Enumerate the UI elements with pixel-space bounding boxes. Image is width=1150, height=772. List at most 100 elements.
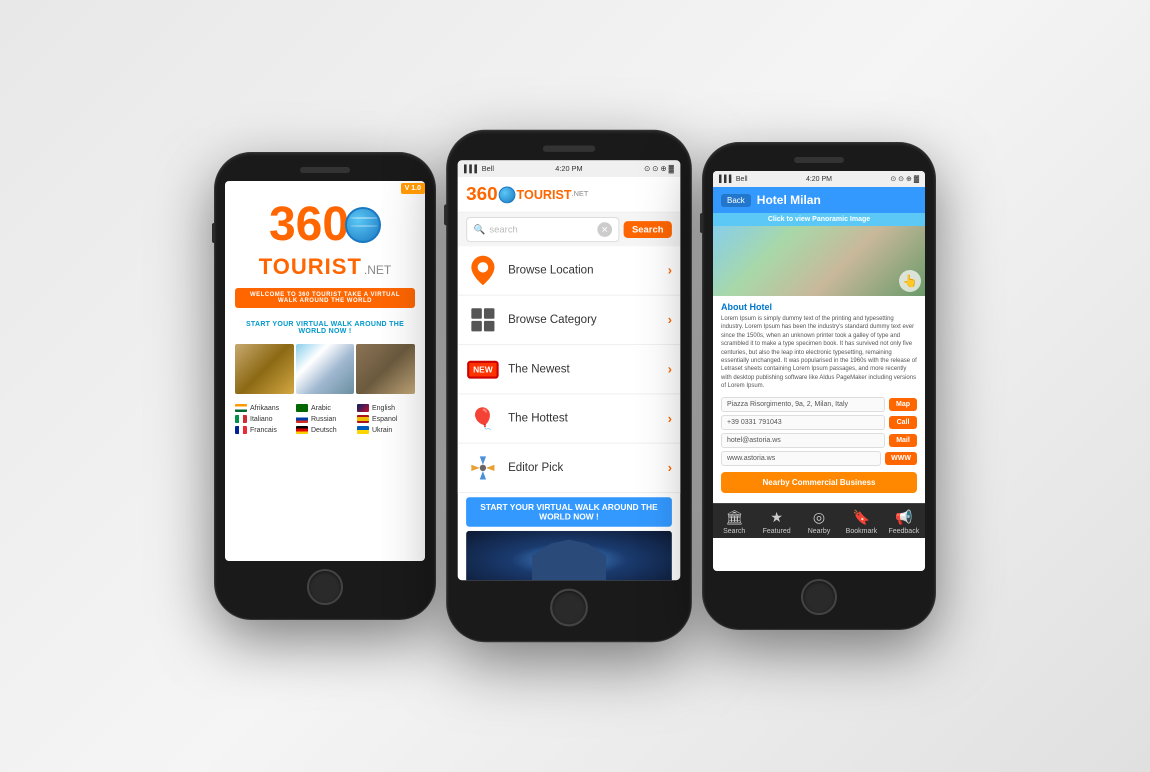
- phone3-nav-search[interactable]: 🏛 Search: [713, 509, 755, 535]
- category-icon: [469, 306, 496, 333]
- back-button[interactable]: Back: [721, 194, 751, 207]
- menu-item-newest[interactable]: NEW The Newest ›: [458, 345, 681, 394]
- lang-arabic[interactable]: Arabic: [296, 404, 354, 412]
- search-clear-button[interactable]: ✕: [597, 222, 612, 237]
- flag-arabic: [296, 404, 308, 412]
- lang-ukrain[interactable]: Ukrain: [357, 426, 415, 434]
- phone3-feedback-nav-icon: 📢: [895, 509, 912, 526]
- phone3-search-nav-label: Search: [723, 528, 745, 535]
- lang-english[interactable]: English: [357, 404, 415, 412]
- browse-location-label: Browse Location: [508, 264, 668, 277]
- flag-afrikaans: [235, 404, 247, 412]
- browse-location-icon-box: [466, 254, 500, 288]
- phone3-screen: ▌▌▌ Bell 4:20 PM ⊙ ⊙ ⊕ ▓ Back Hotel Mila…: [713, 171, 925, 571]
- app-logo-name: TOURIST: [517, 187, 572, 202]
- splash-content: V 1.0 360 TOURIST .NET WELCOME TO 360 TO…: [225, 181, 425, 561]
- search-input-box[interactable]: 🔍 search ✕: [466, 217, 619, 242]
- hotel-info: About Hotel Lorem Ipsum is simply dummy …: [713, 296, 925, 503]
- mail-button[interactable]: Mail: [889, 434, 917, 447]
- phone3-battery-icon: ▓: [914, 176, 919, 183]
- panoramic-banner[interactable]: Click to view Panoramic Image: [713, 213, 925, 226]
- phone3: ▌▌▌ Bell 4:20 PM ⊙ ⊙ ⊕ ▓ Back Hotel Mila…: [703, 143, 935, 629]
- phone2-wrapper: ▌▌▌ Bell 4:20 PM ⊙ ⊙ ⊕ ▓ 360 TOURIST: [447, 131, 691, 641]
- phone3-home-button[interactable]: [801, 579, 837, 615]
- browse-category-chevron: ›: [668, 313, 672, 328]
- contact-row-web: www.astoria.ws WWW: [721, 451, 917, 466]
- app-header: 360 TOURIST .NET: [458, 177, 681, 213]
- phone3-status-bar: ▌▌▌ Bell 4:20 PM ⊙ ⊙ ⊕ ▓: [713, 171, 925, 187]
- hotel-title: Hotel Milan: [757, 193, 821, 207]
- logo-tld: .NET: [364, 263, 391, 277]
- www-button[interactable]: WWW: [885, 452, 917, 465]
- logo-number: 360: [269, 201, 349, 249]
- phone1-speaker: [300, 167, 350, 173]
- flag-deutsch: [296, 426, 308, 434]
- phone1-screen: V 1.0 360 TOURIST .NET WELCOME TO 360 TO…: [225, 181, 425, 561]
- lang-russian[interactable]: Russian: [296, 415, 354, 423]
- phone2-home-button[interactable]: [550, 589, 588, 627]
- phone3-nav-nearby[interactable]: ◎ Nearby: [798, 509, 840, 535]
- search-bar: 🔍 search ✕ Search: [458, 213, 681, 247]
- menu-item-browse-location[interactable]: Browse Location ›: [458, 246, 681, 295]
- carrier-label: Bell: [482, 165, 494, 172]
- phone3-nearby-nav-icon: ◎: [813, 509, 825, 526]
- cursor-icon: 👆: [899, 270, 921, 292]
- flag-ukrain: [357, 426, 369, 434]
- lang-afrikaans-label: Afrikaans: [250, 405, 279, 412]
- lang-deutsch[interactable]: Deutsch: [296, 426, 354, 434]
- lang-arabic-label: Arabic: [311, 405, 331, 412]
- menu-item-browse-category[interactable]: Browse Category ›: [458, 296, 681, 345]
- lang-ukrain-label: Ukrain: [372, 427, 392, 434]
- nearby-commercial-button[interactable]: Nearby Commercial Business: [721, 472, 917, 493]
- hottest-label: The Hottest: [508, 412, 668, 425]
- hotel-image-content: 👆: [713, 226, 925, 296]
- lang-italiano-label: Italiano: [250, 416, 273, 423]
- search-button[interactable]: Search: [624, 221, 672, 238]
- phone1-home-button[interactable]: [307, 569, 343, 605]
- phone3-bookmark-nav-label: Bookmark: [846, 528, 878, 535]
- languages-grid: Afrikaans Arabic English Italiano: [235, 404, 415, 434]
- hottest-icon-box: 🎈: [466, 402, 500, 436]
- phone2-speaker: [543, 146, 596, 152]
- logo-brand-row: TOURIST .NET: [259, 254, 392, 280]
- lang-francais[interactable]: Francais: [235, 426, 293, 434]
- map-button[interactable]: Map: [889, 398, 917, 411]
- windmill-icon: [469, 454, 496, 481]
- phone3-featured-nav-label: Featured: [763, 528, 791, 535]
- map-pin-icon: [468, 254, 497, 288]
- signal-icon: ▌▌▌: [464, 165, 480, 172]
- lang-deutsch-label: Deutsch: [311, 427, 337, 434]
- flag-francais: [235, 426, 247, 434]
- hot-air-balloon-icon: 🎈: [470, 405, 496, 431]
- lang-espanol[interactable]: Espanol: [357, 415, 415, 423]
- editor-pick-icon-box: [466, 451, 500, 485]
- phone3-time: 4:20 PM: [806, 176, 832, 183]
- flag-english: [357, 404, 369, 412]
- phone3-speaker: [794, 157, 844, 163]
- phone3-nav-feedback[interactable]: 📢 Feedback: [883, 509, 925, 535]
- lang-afrikaans[interactable]: Afrikaans: [235, 404, 293, 412]
- menu-item-hottest[interactable]: 🎈 The Hottest ›: [458, 394, 681, 443]
- call-button[interactable]: Call: [889, 416, 917, 429]
- phone3-nav-featured[interactable]: ★ Featured: [755, 509, 797, 535]
- welcome-banner: WELCOME TO 360 TOURIST TAKE A VIRTUAL WA…: [235, 288, 415, 308]
- menu-item-editor-pick[interactable]: Editor Pick ›: [458, 444, 681, 493]
- hotel-image[interactable]: 👆: [713, 226, 925, 296]
- splash-img-alps: [296, 344, 355, 394]
- email-text: hotel@astoria.ws: [721, 433, 885, 448]
- newest-icon-box: NEW: [466, 352, 500, 386]
- phone3-signal-icon: ▌▌▌: [719, 176, 734, 183]
- lang-italiano[interactable]: Italiano: [235, 415, 293, 423]
- phone3-nav-bookmark[interactable]: 🔖 Bookmark: [840, 509, 882, 535]
- phone-text: +39 0331 791043: [721, 415, 885, 430]
- phone1-wrapper: V 1.0 360 TOURIST .NET WELCOME TO 360 TO…: [215, 153, 435, 619]
- phone3-carrier: Bell: [736, 176, 748, 183]
- new-badge-icon: NEW: [467, 360, 499, 378]
- lang-francais-label: Francais: [250, 427, 277, 434]
- about-hotel-text: Lorem Ipsum is simply dummy text of the …: [721, 315, 917, 391]
- phone2: ▌▌▌ Bell 4:20 PM ⊙ ⊙ ⊕ ▓ 360 TOURIST: [447, 131, 691, 641]
- flag-espanol: [357, 415, 369, 423]
- app-logo-number: 360: [466, 183, 498, 205]
- phone1: V 1.0 360 TOURIST .NET WELCOME TO 360 TO…: [215, 153, 435, 619]
- contact-row-phone: +39 0331 791043 Call: [721, 415, 917, 430]
